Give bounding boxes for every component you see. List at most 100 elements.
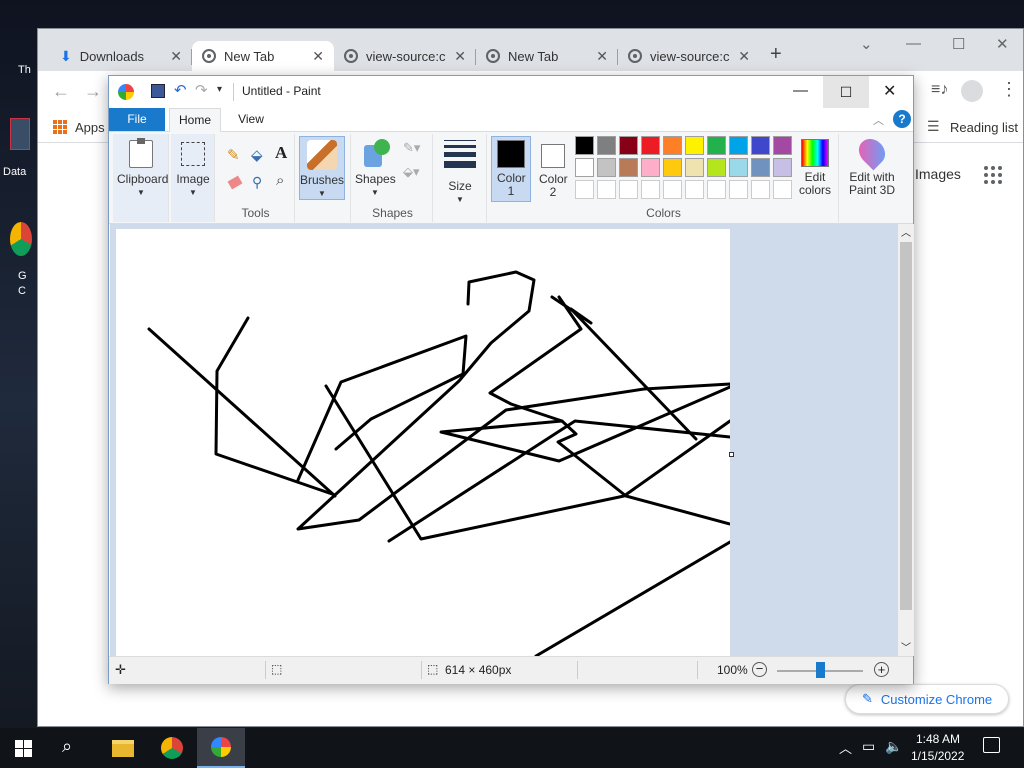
desktop-icon-chrome[interactable] [10, 222, 32, 256]
tab-view[interactable]: View [227, 108, 275, 131]
minimize-icon[interactable]: — [793, 82, 808, 99]
eraser-icon[interactable] [227, 175, 243, 190]
size-button[interactable]: Size ▼ [439, 136, 481, 206]
color-swatch[interactable] [685, 158, 704, 177]
back-icon[interactable]: ← [52, 81, 70, 102]
close-icon[interactable]: ✕ [596, 48, 608, 65]
color-swatch[interactable] [773, 180, 792, 199]
clock-time[interactable]: 1:48 AM [916, 732, 960, 746]
color-swatch[interactable] [729, 158, 748, 177]
redo-icon[interactable]: ↷ [195, 81, 208, 99]
color2-button[interactable]: Color 2 [535, 136, 571, 199]
desktop-icon-data[interactable] [8, 110, 32, 158]
drawing-canvas[interactable] [116, 229, 730, 656]
tab-new-tab-2[interactable]: New Tab ✕ [476, 41, 618, 71]
scroll-down-icon[interactable]: ﹀ [901, 639, 911, 654]
color-swatch[interactable] [729, 136, 748, 155]
color-swatch[interactable] [751, 136, 770, 155]
forward-icon[interactable]: → [84, 81, 102, 102]
quick-access-dropdown-icon[interactable]: ▾ [217, 84, 222, 95]
scroll-thumb[interactable] [900, 242, 912, 610]
help-icon[interactable]: ? [893, 110, 911, 128]
maximize-icon[interactable]: ☐ [823, 76, 869, 108]
text-icon[interactable]: A [275, 143, 287, 163]
scroll-up-icon[interactable]: ︿ [901, 224, 911, 239]
color-swatch[interactable] [619, 180, 638, 199]
color-swatch[interactable] [663, 136, 682, 155]
color-swatch[interactable] [773, 136, 792, 155]
customize-chrome-button[interactable]: ✎ Customize Chrome [845, 684, 1009, 714]
minimize-icon[interactable]: — [906, 35, 921, 52]
close-icon[interactable]: ✕ [883, 81, 896, 101]
zoom-slider-thumb[interactable] [816, 662, 825, 678]
color-swatch[interactable] [641, 180, 660, 199]
file-explorer-icon[interactable] [112, 740, 134, 757]
tab-downloads[interactable]: ⬇ Downloads ✕ [50, 41, 192, 71]
menu-icon[interactable]: ⋮ [1000, 79, 1018, 100]
apps-icon[interactable] [53, 120, 67, 134]
color-swatch[interactable] [619, 158, 638, 177]
color-swatch[interactable] [641, 136, 660, 155]
color-swatch[interactable] [597, 180, 616, 199]
magnifier-icon[interactable]: ⌕ [276, 172, 284, 189]
profile-avatar[interactable] [961, 80, 983, 102]
vertical-scrollbar[interactable]: ︿ ﹀ [898, 224, 914, 656]
edit-colors-button[interactable]: Edit colors [795, 136, 835, 197]
close-icon[interactable]: ✕ [170, 48, 182, 65]
close-window-icon[interactable]: ✕ [996, 35, 1009, 53]
save-icon[interactable] [151, 84, 165, 98]
show-hidden-icons[interactable]: ︿ [839, 738, 852, 757]
reading-list-button[interactable]: Reading list [950, 120, 1018, 135]
tab-search-icon[interactable]: ⌄ [860, 35, 873, 53]
clipboard-button[interactable]: Clipboard ▼ [117, 136, 168, 199]
network-icon[interactable]: ▭ [862, 738, 875, 755]
close-icon[interactable]: ✕ [738, 48, 750, 65]
new-tab-button[interactable]: + [770, 43, 782, 66]
color-picker-icon[interactable]: ⚲ [252, 174, 262, 191]
color-swatch[interactable] [707, 136, 726, 155]
images-link[interactable]: Images [915, 166, 961, 182]
apps-label[interactable]: Apps [75, 120, 105, 135]
tab-view-source-2[interactable]: view-source:ch ✕ [618, 41, 760, 71]
color-swatch[interactable] [597, 158, 616, 177]
collapse-ribbon-icon[interactable]: ︿ [873, 112, 884, 128]
color-swatch[interactable] [707, 180, 726, 199]
tab-home[interactable]: Home [169, 108, 221, 132]
google-apps-icon[interactable] [984, 166, 1002, 184]
edit-with-paint3d-button[interactable]: Edit with Paint 3D [842, 133, 902, 197]
shapes-button[interactable]: Shapes ▼ [355, 136, 396, 199]
media-control-icon[interactable]: ≡♪ [931, 81, 948, 99]
pencil-icon[interactable]: ✎ [227, 146, 240, 164]
search-icon[interactable]: ⌕ [62, 736, 72, 757]
outline-icon[interactable]: ✎▾ [403, 140, 420, 156]
color-swatch[interactable] [641, 158, 660, 177]
tab-file[interactable]: File [109, 108, 165, 131]
color-swatch[interactable] [751, 180, 770, 199]
color-swatch[interactable] [663, 158, 682, 177]
tab-new-tab[interactable]: New Tab ✕ [192, 41, 334, 71]
color-swatch[interactable] [729, 180, 748, 199]
color-swatch[interactable] [575, 136, 594, 155]
color-swatch[interactable] [619, 136, 638, 155]
fill-icon[interactable]: ⬙ [251, 146, 263, 164]
undo-icon[interactable]: ↶ [174, 81, 187, 99]
windows-start-icon[interactable] [15, 740, 32, 757]
color-swatch[interactable] [597, 136, 616, 155]
image-button[interactable]: Image ▼ [173, 136, 213, 199]
brushes-button[interactable]: Brushes ▼ [299, 136, 345, 200]
color-swatch[interactable] [685, 180, 704, 199]
clock-date[interactable]: 1/15/2022 [911, 749, 964, 763]
zoom-in-icon[interactable]: + [874, 662, 889, 677]
volume-muted-icon[interactable]: 🔈 [885, 738, 902, 755]
notification-icon[interactable] [983, 737, 1000, 753]
color-swatch[interactable] [663, 180, 682, 199]
shape-fill-icon[interactable]: ⬙▾ [403, 164, 420, 180]
color-swatch[interactable] [685, 136, 704, 155]
color-swatch[interactable] [751, 158, 770, 177]
close-icon[interactable]: ✕ [454, 48, 466, 65]
chrome-taskbar-icon[interactable] [161, 737, 183, 759]
maximize-icon[interactable]: ☐ [952, 35, 965, 53]
color-swatch[interactable] [707, 158, 726, 177]
color-swatch[interactable] [575, 180, 594, 199]
color-swatch[interactable] [575, 158, 594, 177]
